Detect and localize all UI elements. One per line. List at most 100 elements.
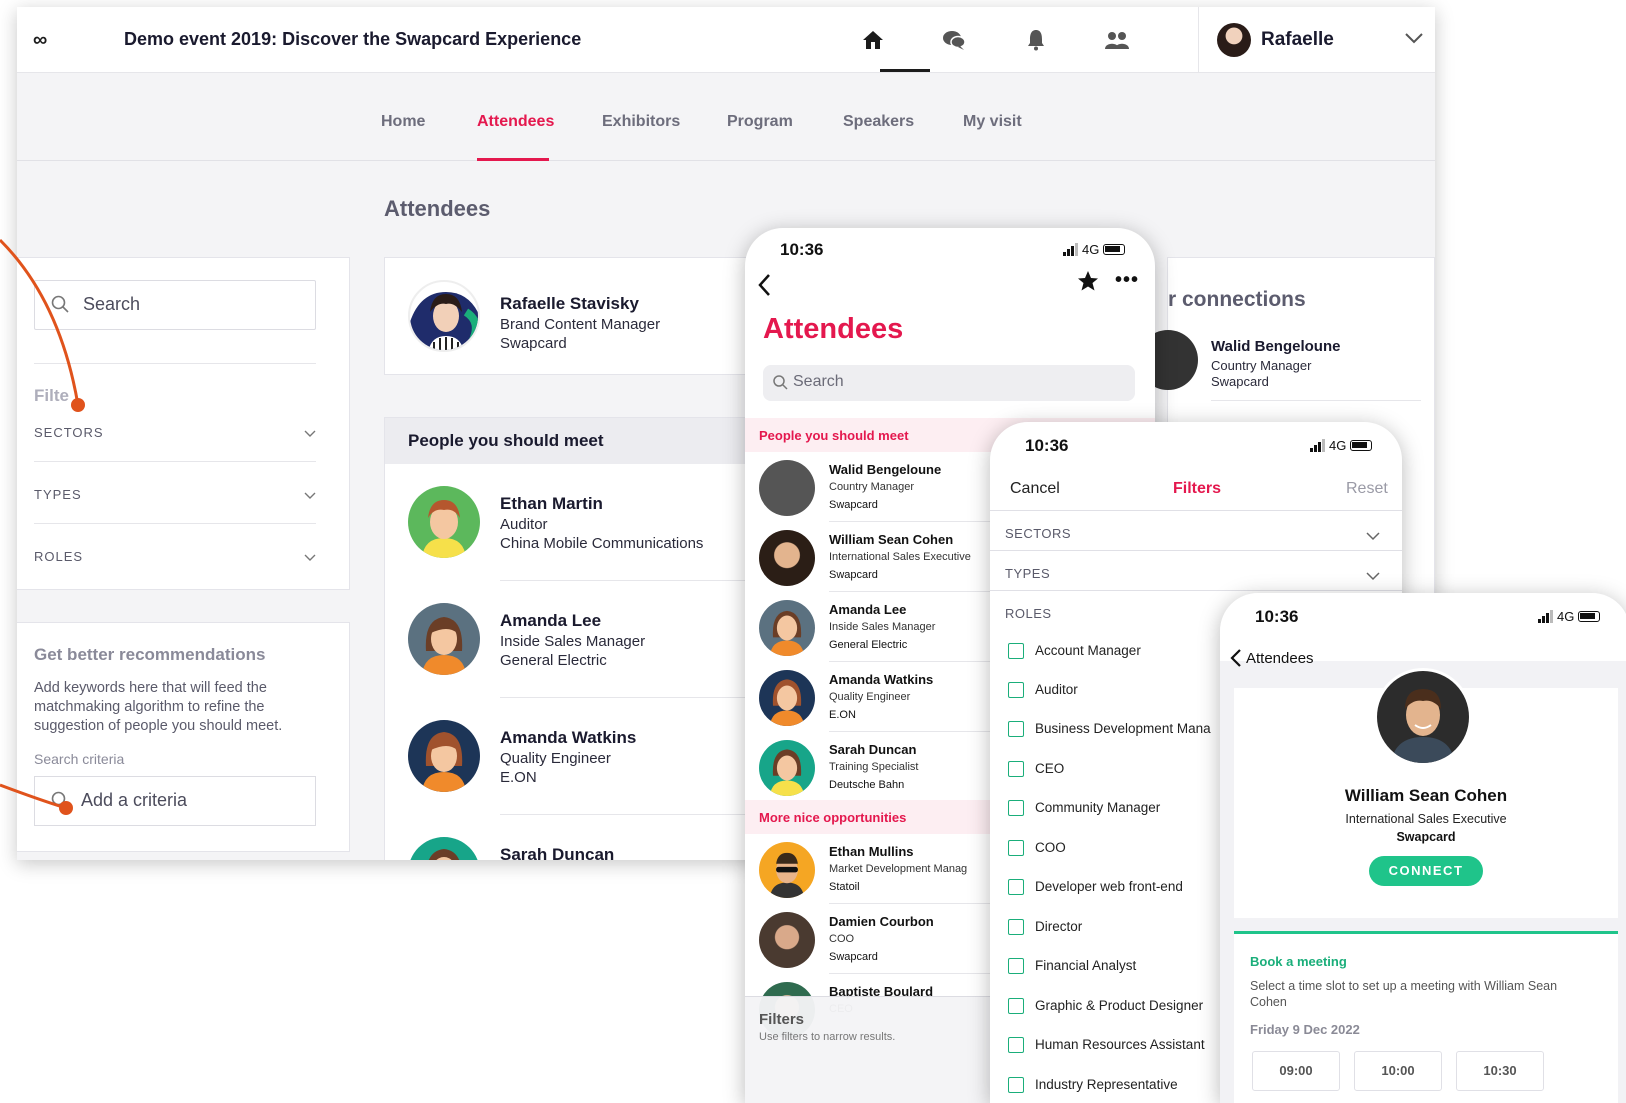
footer-title: Filters bbox=[759, 1011, 805, 1028]
person-company: Swapcard bbox=[829, 951, 878, 963]
checkbox[interactable] bbox=[1008, 682, 1024, 698]
home-icon[interactable] bbox=[858, 25, 888, 55]
search-input[interactable]: Search bbox=[34, 280, 316, 330]
chevron-down-icon[interactable] bbox=[1366, 568, 1380, 586]
criteria-placeholder: Add a criteria bbox=[81, 790, 188, 810]
more-icon[interactable]: ••• bbox=[1115, 269, 1139, 292]
person-role: Inside Sales Manager bbox=[500, 633, 646, 650]
facet-types[interactable]: TYPES bbox=[34, 487, 82, 502]
facet-roles[interactable]: ROLES bbox=[34, 549, 83, 564]
list-item[interactable]: Ethan Martin Auditor China Mobile Commun… bbox=[385, 464, 785, 581]
swapcard-logo-icon[interactable]: ∞ bbox=[33, 29, 47, 52]
meeting-description: Select a time slot to set up a meeting w… bbox=[1250, 979, 1558, 1009]
time-slot[interactable]: 10:30 bbox=[1456, 1051, 1544, 1091]
checkbox[interactable] bbox=[1008, 721, 1024, 737]
search-input[interactable]: Search bbox=[763, 365, 1135, 401]
tab-my-visit[interactable]: My visit bbox=[963, 113, 1022, 131]
section-title: People you should meet bbox=[759, 428, 909, 443]
event-title: Demo event 2019: Discover the Swapcard E… bbox=[124, 29, 582, 49]
status-time: 10:36 bbox=[780, 240, 824, 259]
checkbox[interactable] bbox=[1008, 1077, 1024, 1093]
contacts-icon[interactable] bbox=[1102, 25, 1132, 55]
checkbox[interactable] bbox=[1008, 840, 1024, 856]
user-avatar[interactable] bbox=[1217, 23, 1251, 57]
avatar bbox=[408, 720, 480, 792]
top-bar: ∞ Demo event 2019: Discover the Swapcard… bbox=[17, 7, 1435, 73]
profile-card: William Sean Cohen International Sales E… bbox=[1234, 668, 1618, 918]
chevron-down-icon[interactable] bbox=[304, 549, 316, 567]
star-icon[interactable] bbox=[1077, 270, 1099, 297]
checkbox[interactable] bbox=[1008, 879, 1024, 895]
recommendations-panel: Get better recommendations Add keywords … bbox=[17, 622, 350, 852]
back-label: Attendees bbox=[1246, 649, 1314, 667]
people-to-meet-panel: People you should meet Ethan Martin Audi… bbox=[384, 417, 785, 860]
list-item[interactable]: Amanda Watkins Quality Engineer E.ON bbox=[385, 698, 785, 815]
checkbox[interactable] bbox=[1008, 761, 1024, 777]
tab-home[interactable]: Home bbox=[381, 113, 425, 131]
facet-types[interactable]: TYPES bbox=[1005, 566, 1050, 581]
person-name: Ethan Martin bbox=[500, 494, 603, 513]
battery-icon bbox=[1578, 611, 1601, 622]
cancel-button[interactable]: Cancel bbox=[1010, 480, 1060, 498]
facet-sectors[interactable]: SECTORS bbox=[34, 425, 104, 440]
person-name: Amanda Watkins bbox=[829, 672, 934, 687]
role-label: Community Manager bbox=[1035, 800, 1161, 815]
chevron-down-icon[interactable] bbox=[304, 425, 316, 443]
filter-panel: Search Filte SECTORS TYPES ROLES bbox=[17, 257, 350, 590]
checkbox[interactable] bbox=[1008, 958, 1024, 974]
person-company: General Electric bbox=[500, 652, 607, 669]
battery-icon bbox=[1103, 244, 1126, 255]
page-title: Attendees bbox=[384, 196, 491, 221]
reset-button[interactable]: Reset bbox=[1346, 480, 1388, 498]
back-button[interactable]: Attendees bbox=[1230, 648, 1314, 668]
user-name[interactable]: Rafaelle bbox=[1261, 29, 1334, 51]
checkbox[interactable] bbox=[1008, 919, 1024, 935]
criteria-input[interactable]: Add a criteria bbox=[34, 776, 316, 826]
search-placeholder: Search bbox=[793, 373, 844, 390]
tab-attendees[interactable]: Attendees bbox=[477, 113, 554, 131]
list-item[interactable]: Amanda Lee Inside Sales Manager General … bbox=[385, 581, 785, 698]
tab-exhibitors[interactable]: Exhibitors bbox=[602, 113, 680, 131]
connection-company: Swapcard bbox=[1211, 374, 1269, 389]
book-meeting-panel: Book a meeting Select a time slot to set… bbox=[1234, 931, 1618, 1103]
checkbox[interactable] bbox=[1008, 998, 1024, 1014]
bell-icon[interactable] bbox=[1021, 25, 1051, 55]
back-icon[interactable] bbox=[757, 273, 771, 302]
person-company: Deutsche Bahn bbox=[829, 779, 905, 791]
list-item[interactable]: Sarah Duncan bbox=[385, 815, 785, 860]
connect-button[interactable]: CONNECT bbox=[1369, 856, 1483, 886]
person-name: Sarah Duncan bbox=[500, 845, 615, 860]
checkbox[interactable] bbox=[1008, 800, 1024, 816]
my-profile-card[interactable]: Rafaelle Stavisky Brand Content Manager … bbox=[384, 257, 784, 375]
facet-roles[interactable]: ROLES bbox=[1005, 606, 1052, 621]
chevron-down-icon[interactable] bbox=[1366, 528, 1380, 546]
checkbox[interactable] bbox=[1008, 1037, 1024, 1053]
person-role: Auditor bbox=[500, 516, 548, 533]
active-tab-indicator bbox=[477, 158, 549, 161]
tab-program[interactable]: Program bbox=[727, 113, 793, 131]
profile-role: International Sales Executive bbox=[1345, 812, 1507, 826]
time-slot[interactable]: 10:00 bbox=[1354, 1051, 1442, 1091]
avatar bbox=[408, 837, 480, 860]
chevron-down-icon[interactable] bbox=[1405, 31, 1423, 49]
person-name: Ethan Mullins bbox=[829, 844, 914, 859]
person-company: China Mobile Communications bbox=[500, 535, 704, 552]
connection-role: Country Manager bbox=[1211, 358, 1312, 373]
person-role: Inside Sales Manager bbox=[829, 621, 936, 633]
person-name: Amanda Watkins bbox=[500, 728, 637, 747]
panel-header: People you should meet bbox=[385, 418, 783, 464]
chat-icon[interactable] bbox=[939, 25, 969, 55]
tab-speakers[interactable]: Speakers bbox=[843, 113, 914, 131]
main-nav: Home Attendees Exhibitors Program Speake… bbox=[17, 73, 1435, 161]
avatar bbox=[1374, 668, 1472, 766]
facet-sectors[interactable]: SECTORS bbox=[1005, 526, 1071, 541]
signal-icon bbox=[1310, 439, 1325, 452]
checkbox[interactable] bbox=[1008, 643, 1024, 659]
person-role: Country Manager bbox=[829, 481, 914, 493]
chevron-down-icon[interactable] bbox=[304, 487, 316, 505]
panel-title: People you should meet bbox=[408, 431, 604, 450]
avatar bbox=[408, 486, 480, 558]
connections-title: r connections bbox=[1168, 288, 1306, 311]
time-slot[interactable]: 09:00 bbox=[1252, 1051, 1340, 1091]
person-role: International Sales Executive bbox=[829, 551, 971, 563]
